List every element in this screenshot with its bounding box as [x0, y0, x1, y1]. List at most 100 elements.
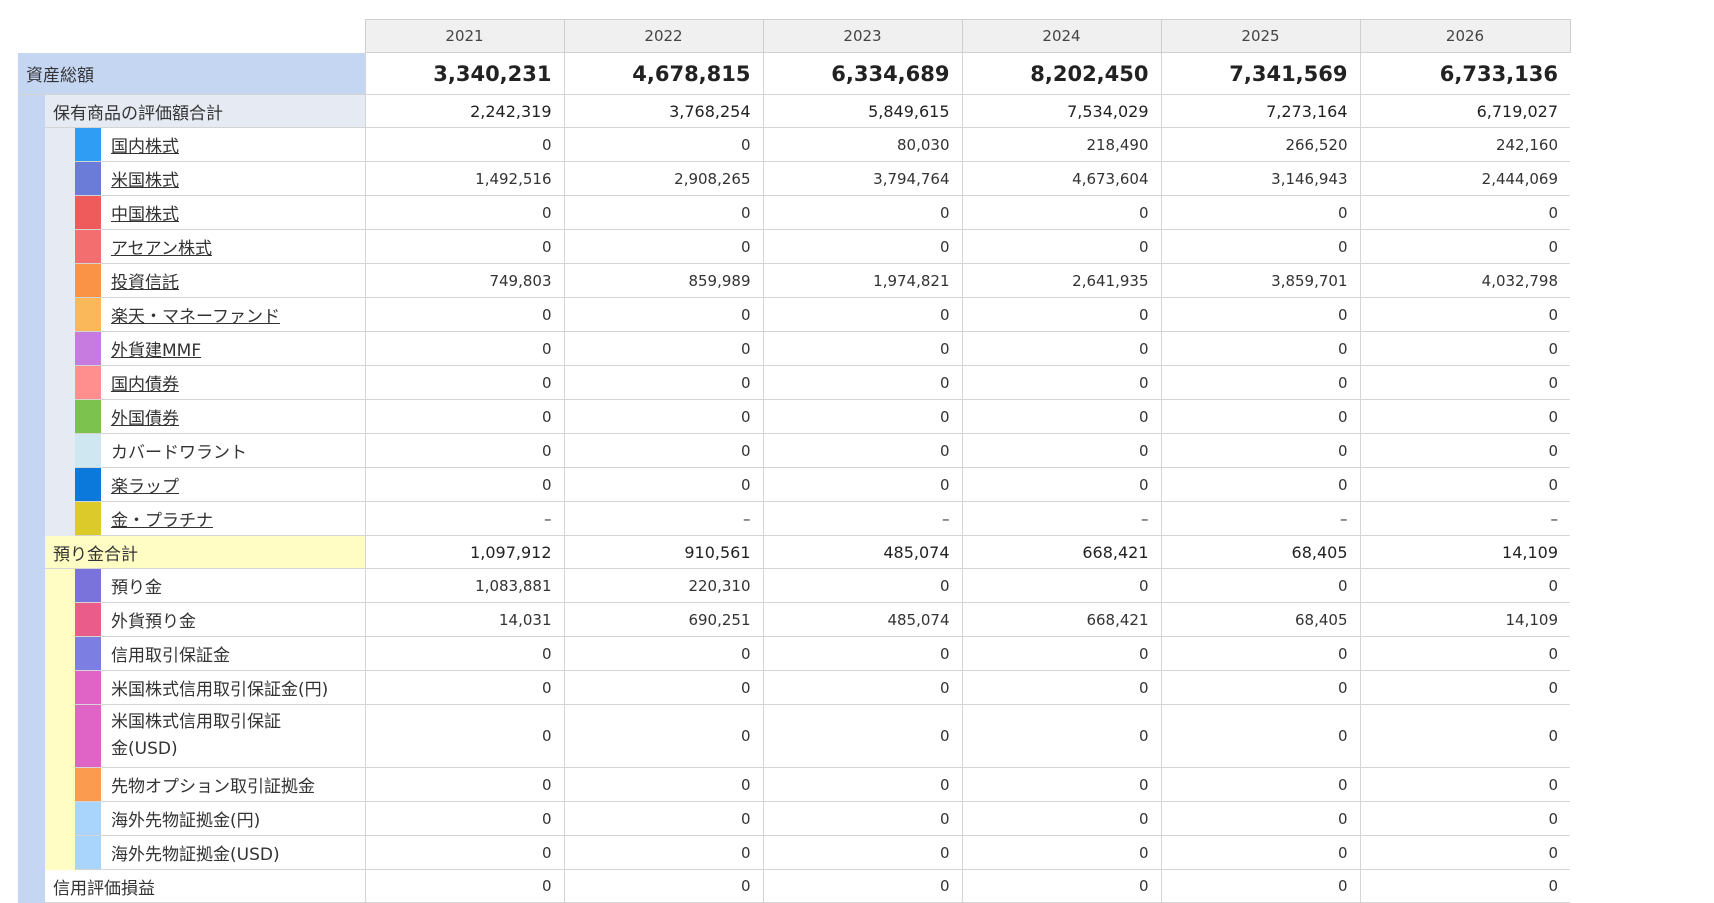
- holding-label[interactable]: 外貨建MMF: [111, 336, 201, 361]
- deposit-value-2025: 0: [1161, 670, 1361, 705]
- holdings-total-value-2022: 3,768,254: [564, 94, 764, 128]
- credit-pl-value-2026: 0: [1360, 869, 1570, 903]
- holding-value-2026: 4,032,798: [1360, 263, 1570, 298]
- holding-value-2023: 3,794,764: [763, 161, 963, 196]
- deposit-value-2025: 0: [1161, 835, 1361, 870]
- holding-value-2026: 0: [1360, 467, 1570, 502]
- deposit-value-2022: 0: [564, 767, 764, 802]
- deposit-label: 預り金: [111, 578, 162, 598]
- holding-value-2022: –: [564, 501, 764, 536]
- holding-value-2025: 0: [1161, 195, 1361, 230]
- legend-color-swatch: [75, 637, 101, 670]
- holding-row: 楽ラップ 0 0 0 0 0 0: [18, 467, 1570, 502]
- holding-value-2022: 0: [564, 229, 764, 264]
- holding-label[interactable]: 投資信託: [111, 268, 179, 293]
- holding-label[interactable]: 国内株式: [111, 132, 179, 157]
- holding-label[interactable]: アセアン株式: [111, 234, 212, 259]
- deposit-row: 海外先物証拠金(円) 0 0 0 0 0 0: [18, 801, 1570, 836]
- deposit-row: 米国株式信用取引保証金(USD) 0 0 0 0 0 0: [18, 704, 1570, 768]
- deposit-value-2026: 0: [1360, 835, 1570, 870]
- holding-row: 国内債券 0 0 0 0 0 0: [18, 365, 1570, 400]
- legend-color-swatch: [75, 434, 101, 467]
- holding-label[interactable]: 楽天・マネーファンド: [111, 302, 280, 327]
- holding-value-2026: 0: [1360, 331, 1570, 366]
- holding-row: カバードワラント 0 0 0 0 0 0: [18, 433, 1570, 468]
- holding-value-2025: 0: [1161, 229, 1361, 264]
- asset-table-container: 2021 2022 2023 2024 2025 2026 資産総額 3,340,231 4,6…: [18, 19, 1571, 903]
- holding-label[interactable]: 金・プラチナ: [111, 506, 213, 531]
- legend-color-swatch: [75, 264, 101, 297]
- deposit-label-cell: 米国株式信用取引保証金(USD): [75, 704, 366, 768]
- holding-value-2024: 4,673,604: [962, 161, 1162, 196]
- holding-value-2021: 0: [365, 467, 565, 502]
- deposit-value-2026: 0: [1360, 670, 1570, 705]
- holding-row: 中国株式 0 0 0 0 0 0: [18, 195, 1570, 230]
- deposit-value-2023: 0: [763, 670, 963, 705]
- deposit-value-2024: 0: [962, 636, 1162, 671]
- deposit-value-2022: 0: [564, 835, 764, 870]
- holding-value-2026: 0: [1360, 365, 1570, 400]
- deposit-value-2023: 0: [763, 704, 963, 768]
- holding-value-2023: 0: [763, 331, 963, 366]
- deposit-value-2021: 14,031: [365, 602, 565, 637]
- year-header-2023: 2023: [762, 19, 963, 53]
- legend-color-swatch: [75, 366, 101, 399]
- deposit-label: 海外先物証拠金(USD): [111, 845, 280, 865]
- holding-label[interactable]: 米国株式: [111, 166, 179, 191]
- deposit-label: 海外先物証拠金(円): [111, 811, 261, 831]
- holding-value-2021: 0: [365, 127, 565, 162]
- holding-value-2024: 0: [962, 195, 1162, 230]
- total-assets-value-2025: 7,341,569: [1161, 52, 1361, 95]
- holding-value-2023: –: [763, 501, 963, 536]
- holding-value-2023: 0: [763, 433, 963, 468]
- holding-value-2021: 749,803: [365, 263, 565, 298]
- holding-row: 米国株式 1,492,516 2,908,265 3,794,764 4,673,604…: [18, 161, 1570, 196]
- total-assets-value-2024: 8,202,450: [962, 52, 1162, 95]
- holding-label[interactable]: 中国株式: [111, 200, 179, 225]
- deposit-row: 外貨預り金 14,031 690,251 485,074 668,421 68,405 14…: [18, 602, 1570, 637]
- legend-color-swatch: [75, 768, 101, 801]
- deposit-value-2022: 0: [564, 704, 764, 768]
- holding-value-2025: –: [1161, 501, 1361, 536]
- total-assets-value-2026: 6,733,136: [1360, 52, 1570, 95]
- holding-value-2023: 0: [763, 297, 963, 332]
- holding-label[interactable]: 国内債券: [111, 370, 179, 395]
- holding-value-2021: 0: [365, 297, 565, 332]
- deposit-label-cell: 預り金: [75, 568, 366, 603]
- holding-label[interactable]: 外国債券: [111, 404, 179, 429]
- holding-value-2024: 0: [962, 365, 1162, 400]
- deposit-label-cell: 海外先物証拠金(USD): [75, 835, 366, 870]
- deposits-indent-bar: [45, 568, 75, 870]
- holding-row: 楽天・マネーファンド 0 0 0 0 0 0: [18, 297, 1570, 332]
- holding-label-cell: 楽ラップ: [75, 467, 366, 502]
- asset-summary-table: 2021 2022 2023 2024 2025 2026 資産総額 3,340,231 4,6…: [18, 19, 1571, 903]
- legend-color-swatch: [75, 836, 101, 869]
- deposit-value-2023: 485,074: [763, 602, 963, 637]
- deposit-label-cell: 海外先物証拠金(円): [75, 801, 366, 836]
- legend-color-swatch: [75, 230, 101, 263]
- holding-label-cell: アセアン株式: [75, 229, 366, 264]
- deposit-value-2024: 0: [962, 835, 1162, 870]
- holding-value-2024: 0: [962, 331, 1162, 366]
- holding-label[interactable]: 楽ラップ: [111, 472, 179, 497]
- holding-value-2023: 0: [763, 399, 963, 434]
- deposit-value-2022: 690,251: [564, 602, 764, 637]
- deposit-value-2024: 0: [962, 568, 1162, 603]
- credit-pl-value-2022: 0: [564, 869, 764, 903]
- deposit-value-2024: 0: [962, 704, 1162, 768]
- deposits-total-value-2024: 668,421: [962, 535, 1162, 569]
- holding-value-2025: 0: [1161, 399, 1361, 434]
- deposit-label: 外貨預り金: [111, 612, 196, 632]
- deposit-value-2022: 0: [564, 670, 764, 705]
- deposits-total-value-2021: 1,097,912: [365, 535, 565, 569]
- holding-value-2024: 0: [962, 433, 1162, 468]
- holdings-total-row: 保有商品の評価額合計 2,242,319 3,768,254 5,849,615 7,5…: [18, 94, 1570, 903]
- deposit-value-2025: 0: [1161, 636, 1361, 671]
- holding-value-2025: 0: [1161, 433, 1361, 468]
- holding-value-2022: 0: [564, 399, 764, 434]
- deposit-label-cell: 米国株式信用取引保証金(円): [75, 670, 366, 705]
- holding-row: 外貨建MMF 0 0 0 0 0 0: [18, 331, 1570, 366]
- deposit-value-2025: 0: [1161, 704, 1361, 768]
- total-assets-value-2021: 3,340,231: [365, 52, 565, 95]
- holding-value-2021: 0: [365, 365, 565, 400]
